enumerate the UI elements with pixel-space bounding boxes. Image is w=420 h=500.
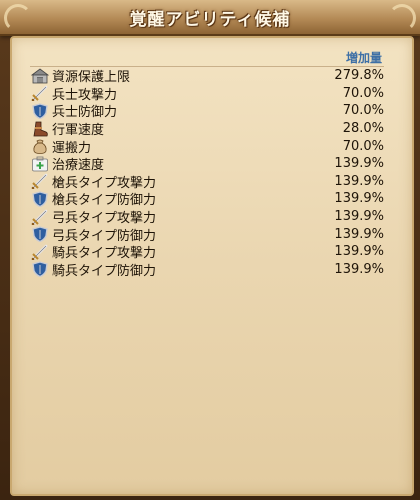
ability-name: 槍兵タイプ攻撃力: [52, 175, 157, 191]
ability-value: 139.9%: [334, 244, 384, 260]
ability-name: 槍兵タイプ防御力: [52, 193, 157, 209]
ability-row: 資源保護上限 279.8%: [30, 67, 384, 85]
ability-name: 弓兵タイプ防御力: [52, 228, 157, 244]
ability-row: 運搬力 70.0%: [30, 137, 384, 156]
list-header: 増加量: [30, 48, 384, 67]
ability-name: 弓兵タイプ攻撃力: [52, 211, 157, 227]
shield-icon: [30, 261, 50, 278]
ability-value: 139.9%: [334, 156, 384, 172]
ability-value: 279.8%: [334, 68, 384, 84]
shield-icon: [30, 102, 50, 119]
ability-list: 増加量 資源保護上限 279.8% 兵士攻撃力 70.0% 兵士防御力 70.0% 行軍速度…: [30, 48, 384, 279]
window-title: 覚醒アビリティ候補: [129, 10, 291, 30]
shield-icon: [30, 190, 50, 207]
ability-row: 騎兵タイプ防御力 139.9%: [30, 261, 384, 279]
ability-value: 139.9%: [334, 209, 384, 225]
ability-rows[interactable]: 資源保護上限 279.8% 兵士攻撃力 70.0% 兵士防御力 70.0% 行軍速度 28.0…: [30, 67, 384, 279]
sword-icon: [30, 243, 50, 260]
title-bar: 覚醒アビリティ候補: [0, 0, 420, 36]
ability-value: 28.0%: [342, 121, 384, 137]
first-aid-kit-icon: [30, 155, 50, 172]
ability-row: 弓兵タイプ攻撃力 139.9%: [30, 208, 384, 226]
ability-name: 資源保護上限: [52, 70, 131, 86]
ability-name: 運搬力: [52, 140, 92, 156]
ability-name: 兵士攻撃力: [52, 87, 118, 103]
sword-icon: [30, 173, 50, 190]
sword-icon: [30, 208, 50, 225]
ability-name: 兵士防御力: [52, 105, 118, 121]
sack-icon: [30, 138, 50, 155]
ability-value: 70.0%: [342, 138, 384, 154]
sword-icon: [30, 85, 50, 102]
ability-name: 騎兵タイプ防御力: [52, 263, 157, 279]
ability-row: 槍兵タイプ防御力 139.9%: [30, 190, 384, 208]
ability-value: 70.0%: [342, 103, 384, 119]
ability-row: 槍兵タイプ攻撃力 139.9%: [30, 173, 384, 191]
ability-row: 騎兵タイプ攻撃力 139.9%: [30, 243, 384, 261]
ability-name: 騎兵タイプ攻撃力: [52, 246, 157, 262]
ability-value: 139.9%: [334, 261, 384, 277]
ability-row: 兵士防御力 70.0%: [30, 102, 384, 120]
ability-name: 行軍速度: [52, 123, 105, 139]
ability-value: 70.0%: [342, 85, 384, 101]
ability-value: 139.9%: [334, 191, 384, 207]
ability-row: 弓兵タイプ防御力 139.9%: [30, 225, 384, 244]
ability-row: 治療速度 139.9%: [30, 155, 384, 173]
ability-row: 行軍速度 28.0%: [30, 120, 384, 138]
ability-value: 139.9%: [334, 173, 384, 189]
ability-name: 治療速度: [52, 158, 105, 174]
ability-value: 139.9%: [334, 226, 384, 242]
value-column-header: 増加量: [345, 51, 382, 65]
ability-row: 兵士攻撃力 70.0%: [30, 85, 384, 103]
warehouse-icon: [30, 67, 50, 84]
shield-icon: [30, 226, 50, 243]
boot-icon: [30, 120, 50, 137]
